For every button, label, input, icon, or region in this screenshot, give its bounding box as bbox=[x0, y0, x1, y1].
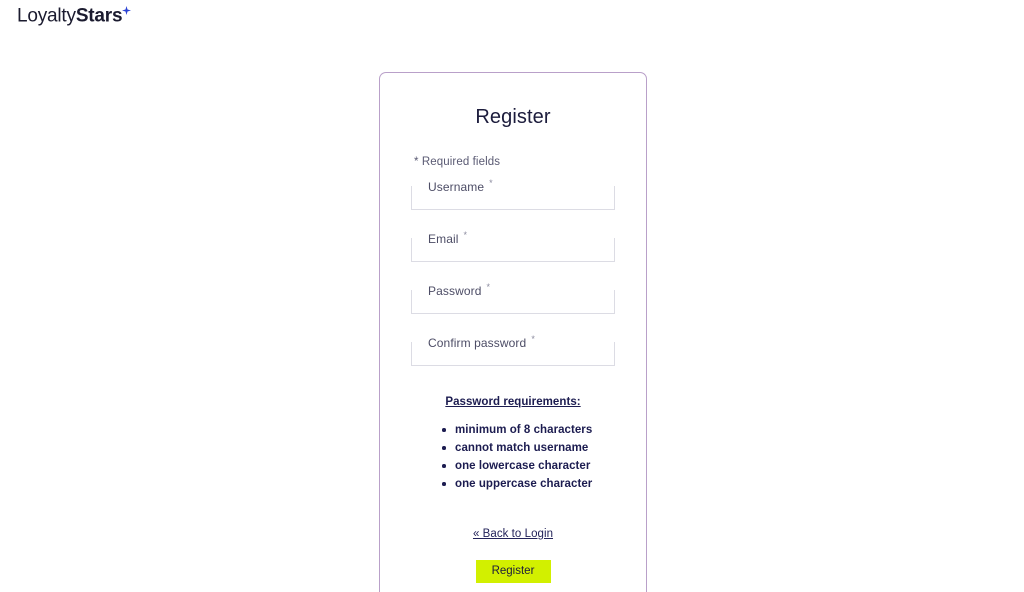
list-item: cannot match username bbox=[442, 439, 646, 457]
back-to-login-wrap: « Back to Login bbox=[380, 524, 646, 542]
brand-name-light: Loyalty bbox=[17, 5, 76, 27]
confirm-password-input[interactable] bbox=[412, 343, 614, 365]
username-field[interactable]: Username * bbox=[411, 178, 615, 210]
password-requirements-title: Password requirements: bbox=[445, 396, 581, 408]
email-field[interactable]: Email * bbox=[411, 230, 615, 262]
password-field[interactable]: Password * bbox=[411, 282, 615, 314]
register-button[interactable]: Register bbox=[475, 560, 551, 583]
register-form: Username * Email * Password * Confirm passw… bbox=[380, 168, 646, 366]
register-card: Register * Required fields Username * Ema… bbox=[379, 72, 647, 592]
email-input[interactable] bbox=[412, 239, 614, 261]
back-to-login-link[interactable]: « Back to Login bbox=[473, 528, 553, 540]
submit-wrap: Register bbox=[380, 560, 646, 583]
confirm-password-field[interactable]: Confirm password * bbox=[411, 334, 615, 366]
brand-logo: LoyaltyStars bbox=[17, 5, 132, 27]
list-item: one lowercase character bbox=[442, 457, 646, 475]
sparkle-icon bbox=[122, 6, 132, 15]
username-input[interactable] bbox=[412, 187, 614, 209]
password-input[interactable] bbox=[412, 291, 614, 313]
page-title: Register bbox=[475, 106, 551, 128]
brand-name-bold: Stars bbox=[75, 5, 123, 27]
list-item: one uppercase character bbox=[442, 475, 646, 493]
list-item: minimum of 8 characters bbox=[442, 421, 646, 439]
required-fields-note: * Required fields bbox=[414, 156, 501, 168]
password-requirements-list: minimum of 8 characters cannot match use… bbox=[380, 421, 646, 493]
